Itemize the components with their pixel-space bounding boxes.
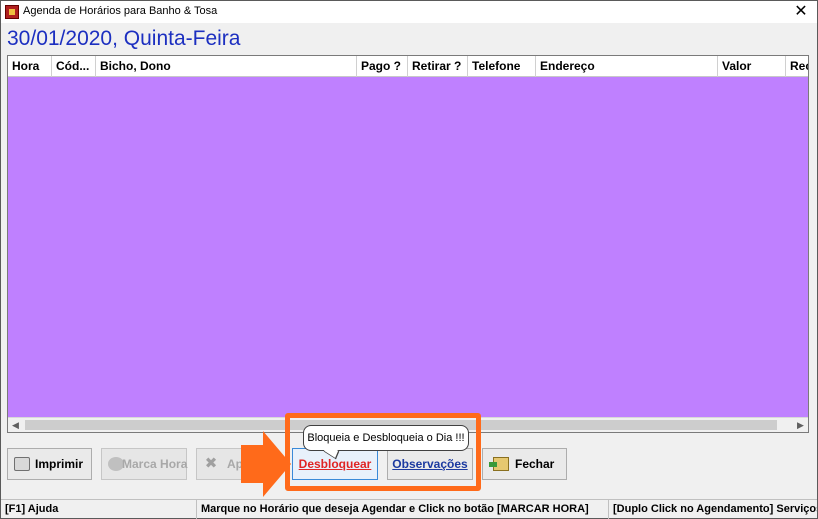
notes-button[interactable]: Observações bbox=[387, 448, 473, 480]
orange-arrow-icon bbox=[241, 431, 291, 497]
close-button[interactable]: Fechar bbox=[482, 448, 567, 480]
column-header-rec[interactable]: Rec bbox=[786, 56, 808, 77]
print-button-label: Imprimir bbox=[35, 457, 84, 471]
close-button-label: Fechar bbox=[515, 457, 555, 471]
date-header: 30/01/2020, Quinta-Feira bbox=[7, 27, 241, 50]
unlock-tooltip: Bloqueia e Desbloqueia o Dia !!! bbox=[303, 425, 469, 451]
schedule-grid[interactable]: Hora Cód... Bicho, Dono Pago ? Retirar ?… bbox=[7, 55, 809, 433]
column-header-valor[interactable]: Valor bbox=[718, 56, 786, 77]
column-header-codigo[interactable]: Cód... bbox=[52, 56, 96, 77]
column-header-retirar[interactable]: Retirar ? bbox=[408, 56, 468, 77]
column-header-pago[interactable]: Pago ? bbox=[357, 56, 408, 77]
status-instruction: Marque no Horário que deseja Agendar e C… bbox=[197, 500, 609, 519]
status-services: [Duplo Click no Agendamento] Serviços bbox=[613, 503, 817, 515]
column-header-hora[interactable]: Hora bbox=[8, 56, 52, 77]
scroll-left-icon[interactable]: ◀ bbox=[8, 418, 23, 432]
exit-door-icon bbox=[489, 457, 509, 471]
status-help: [F1] Ajuda bbox=[1, 500, 197, 519]
column-header-bicho-dono[interactable]: Bicho, Dono bbox=[96, 56, 357, 77]
title-bar[interactable]: Agenda de Horários para Banho & Tosa ✕ bbox=[1, 1, 817, 23]
delete-x-icon: ✖ bbox=[204, 455, 218, 472]
scroll-right-icon[interactable]: ▶ bbox=[793, 418, 808, 432]
print-button[interactable]: Imprimir bbox=[7, 448, 92, 480]
app-icon bbox=[5, 5, 19, 19]
book-time-button[interactable]: Marca Hora bbox=[101, 448, 187, 480]
book-time-button-label: Marca Hora bbox=[122, 457, 188, 471]
notes-button-label: Observações bbox=[392, 457, 468, 471]
column-header-endereco[interactable]: Endereço bbox=[536, 56, 718, 77]
printer-icon bbox=[14, 457, 30, 471]
grid-header: Hora Cód... Bicho, Dono Pago ? Retirar ?… bbox=[8, 56, 808, 77]
close-window-button[interactable]: ✕ bbox=[791, 2, 811, 22]
status-bar: [F1] Ajuda Marque no Horário que deseja … bbox=[1, 499, 817, 519]
column-header-telefone[interactable]: Telefone bbox=[468, 56, 536, 77]
window-title: Agenda de Horários para Banho & Tosa bbox=[23, 5, 218, 17]
agenda-window: Agenda de Horários para Banho & Tosa ✕ 3… bbox=[0, 0, 818, 519]
